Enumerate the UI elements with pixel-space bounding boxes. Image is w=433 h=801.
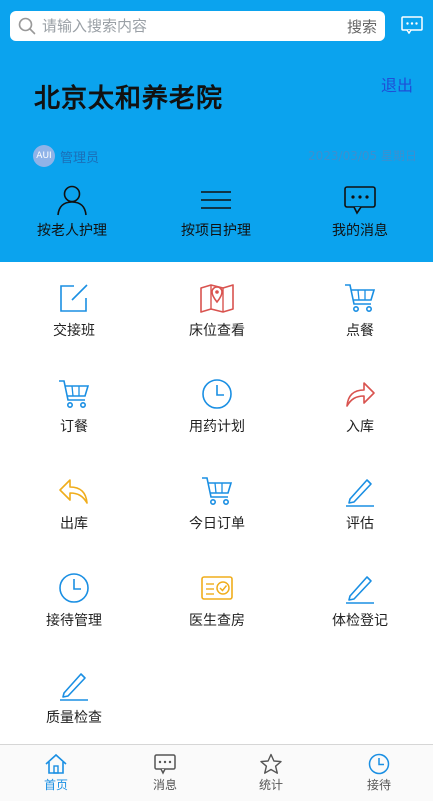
grid-label: 体检登记 [332,613,388,629]
card-icon [201,576,233,600]
grid-item-today-orders[interactable]: 今日订单 [147,475,287,545]
search-icon [18,17,36,35]
grid-label: 今日订单 [189,516,245,532]
grid-item-handover[interactable]: 交接班 [4,282,144,352]
grid-item-medication-plan[interactable]: 用药计划 [147,378,287,448]
grid-item-doctor-rounds[interactable]: 医生查房 [147,572,287,642]
date-text: 2023/03/05 星期日 [308,149,417,163]
cart-icon [345,284,376,312]
grid-label: 医生查房 [189,613,245,629]
grid-label: 交接班 [53,323,95,339]
grid-item-bed-view[interactable]: 床位查看 [147,282,287,352]
tab-messages[interactable]: 消息 [135,753,195,793]
nav-my-messages[interactable]: 我的消息 [300,184,420,244]
bottom-tabbar: 首页 消息 统计 接待 [0,744,433,801]
grid-label: 用药计划 [189,419,245,435]
grid-item-stock-in[interactable]: 入库 [290,378,430,448]
grid-label: 订餐 [60,419,88,435]
tab-label: 消息 [152,778,177,792]
clock-icon [59,573,89,603]
pencil-icon [346,576,374,604]
search-input[interactable] [42,15,342,37]
cart-icon [59,380,90,408]
tab-home[interactable]: 首页 [26,753,86,793]
nav-label: 我的消息 [332,223,388,239]
map-icon [200,284,234,313]
share-arrow-icon [346,382,375,407]
avatar: AUI [33,145,55,167]
grid-item-order-meal[interactable]: 点餐 [290,282,430,352]
search-button[interactable]: 搜索 [347,16,377,37]
message-icon [344,186,376,215]
grid-item-stock-out[interactable]: 出库 [4,475,144,545]
message-icon [154,754,176,775]
star-icon [260,753,282,774]
page-title: 北京太和养老院 [34,84,224,114]
nav-by-project[interactable]: 按项目护理 [156,184,276,244]
grid-label: 入库 [346,419,374,435]
pencil-icon [346,479,374,507]
logout-button[interactable]: 退出 [381,72,413,96]
nav-by-elder[interactable]: 按老人护理 [12,184,132,244]
grid-label: 出库 [60,516,88,532]
grid-item-physical-exam[interactable]: 体检登记 [290,572,430,642]
tab-label: 统计 [258,778,283,792]
menu-lines-icon [201,191,231,209]
grid-label: 质量检查 [46,710,102,726]
grid-label: 评估 [346,516,374,532]
home-icon [45,753,67,774]
tab-reception[interactable]: 接待 [349,753,409,793]
username: 管理员 [60,151,100,166]
header: 搜索 北京太和养老院 退出 AUI 管理员 2023/03/05 星期日 按老人… [0,0,433,262]
clock-icon [202,379,232,409]
reply-arrow-icon [59,479,88,504]
nav-label: 按老人护理 [37,223,107,239]
grid-label: 点餐 [346,323,374,339]
grid-label: 接待管理 [46,613,102,629]
search-box: 搜索 [10,11,385,41]
grid-item-assessment[interactable]: 评估 [290,475,430,545]
chat-icon[interactable] [401,16,423,34]
tab-label: 首页 [43,778,68,792]
edit-icon [60,284,88,312]
nav-label: 按项目护理 [181,223,251,239]
person-icon [57,185,87,216]
grid-item-quality-check[interactable]: 质量检查 [4,669,144,739]
pencil-icon [60,673,88,701]
grid-label: 床位查看 [189,323,245,339]
clock-icon [368,753,390,775]
grid-item-book-meal[interactable]: 订餐 [4,378,144,448]
grid-item-reception-mgmt[interactable]: 接待管理 [4,572,144,642]
tab-label: 接待 [366,778,391,792]
tab-statistics[interactable]: 统计 [241,753,301,793]
cart-icon [202,477,233,505]
